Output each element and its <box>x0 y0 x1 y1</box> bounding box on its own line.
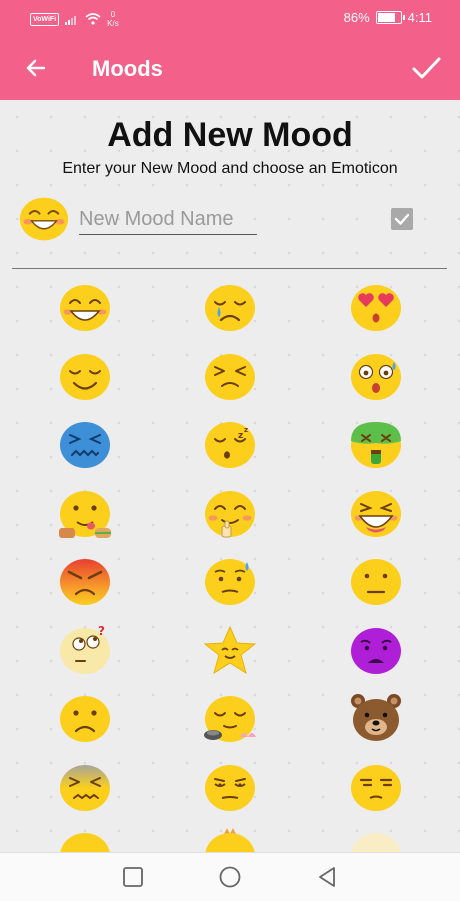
smile-closed-eyes-icon <box>60 353 110 400</box>
emoticon-partial-yellow[interactable] <box>55 828 115 852</box>
content-area[interactable]: Add New Mood Enter your New Mood and cho… <box>0 100 460 852</box>
emoticon-confused-question[interactable]: ? <box>55 623 115 679</box>
svg-text:?: ? <box>98 624 105 638</box>
app-bar: Moods <box>0 36 460 100</box>
emoticon-purple-sad[interactable] <box>346 623 406 679</box>
relaxed-spa-icon <box>204 696 256 742</box>
frowning-icon <box>60 696 110 742</box>
status-bar: VoWiFi 0 K/s 86% 4:11 <box>0 0 460 36</box>
emoticon-laughing-blush[interactable] <box>55 280 115 336</box>
cold-blue-grimace-icon <box>60 422 110 468</box>
status-left: VoWiFi 0 K/s <box>30 10 119 28</box>
emoticon-smile-closed-eyes[interactable] <box>55 349 115 405</box>
laughing-blush-icon <box>60 285 110 331</box>
emoticon-sleepy[interactable]: zz <box>200 417 260 473</box>
vowifi-badge: VoWiFi <box>30 12 60 26</box>
annoyed-side-eye-icon <box>351 764 401 811</box>
sad-tear-icon <box>205 285 255 331</box>
emoticon-sad-tear[interactable] <box>200 280 260 336</box>
star-face-icon <box>203 625 257 674</box>
svg-text:z: z <box>244 426 248 434</box>
emoticon-hungry-food[interactable] <box>55 486 115 542</box>
emoticon-heart-eyes[interactable] <box>346 280 406 336</box>
emoticon-sick-green[interactable] <box>346 417 406 473</box>
angry-red-icon <box>60 559 110 605</box>
partial-pale-icon <box>351 833 401 852</box>
clock: 4:11 <box>407 10 432 25</box>
net-speed-unit: K/s <box>107 19 119 28</box>
battery-icon <box>375 11 405 24</box>
frustrated-squint-icon <box>60 764 110 811</box>
sick-green-icon <box>351 422 401 468</box>
battery-percent: 86% <box>343 10 370 25</box>
tired-squint-icon <box>205 353 255 400</box>
hungry-food-icon <box>59 490 111 538</box>
emoticon-anxious-sweat[interactable] <box>200 554 260 610</box>
emoticon-partial-chick[interactable] <box>200 828 260 852</box>
square-recents-icon[interactable] <box>121 865 145 889</box>
smile-thumbs-up-icon <box>205 490 255 537</box>
wifi-icon <box>85 13 101 25</box>
net-speed-value: 0 <box>110 10 116 19</box>
emoticon-grinning-laugh[interactable] <box>346 486 406 542</box>
unamused-eyes-icon <box>205 764 255 811</box>
partial-yellow-icon <box>60 833 110 852</box>
signal-icon <box>65 15 77 25</box>
battery-fill <box>377 13 395 22</box>
circle-home-icon[interactable] <box>218 865 242 889</box>
emoticon-neutral-face[interactable] <box>346 554 406 610</box>
sleepy-icon: zz <box>205 422 255 468</box>
scared-sweat-icon <box>351 353 401 400</box>
emoticon-cold-blue-grimace[interactable] <box>55 417 115 473</box>
partial-chick-icon <box>205 828 255 852</box>
emoticon-teddy-bear[interactable] <box>346 691 406 747</box>
emoticon-unamused-eyes[interactable] <box>200 760 260 816</box>
triangle-back-icon[interactable] <box>315 865 339 889</box>
purple-sad-icon <box>351 627 401 674</box>
emoticon-scared-sweat[interactable] <box>346 349 406 405</box>
emoticon-annoyed-side-eye[interactable] <box>346 760 406 816</box>
battery-tip <box>402 15 405 20</box>
anxious-sweat-icon <box>205 559 255 605</box>
emoticon-angry-red[interactable] <box>55 554 115 610</box>
heart-eyes-icon <box>351 285 401 331</box>
neutral-face-icon <box>351 559 401 605</box>
emoticon-smile-thumbs-up[interactable] <box>200 486 260 542</box>
system-nav-bar <box>0 852 460 901</box>
emoticon-grid: z z? <box>0 100 460 852</box>
app-title: Moods <box>92 56 163 81</box>
emoticon-relaxed-spa[interactable] <box>200 691 260 747</box>
confused-question-icon: ? <box>60 624 110 674</box>
status-right: 86% 4:11 <box>344 10 432 25</box>
emoticon-frustrated-squint[interactable] <box>55 760 115 816</box>
checkmark-icon[interactable] <box>408 50 444 86</box>
back-arrow-icon[interactable] <box>20 52 52 84</box>
grinning-laugh-icon <box>351 490 401 537</box>
emoticon-partial-pale[interactable] <box>346 828 406 852</box>
svg-text:z: z <box>238 431 243 441</box>
teddy-bear-icon <box>351 694 401 741</box>
emoticon-star-face[interactable] <box>200 623 260 679</box>
net-speed: 0 K/s <box>107 10 119 28</box>
emoticon-frowning[interactable] <box>55 691 115 747</box>
emoticon-tired-squint[interactable] <box>200 349 260 405</box>
